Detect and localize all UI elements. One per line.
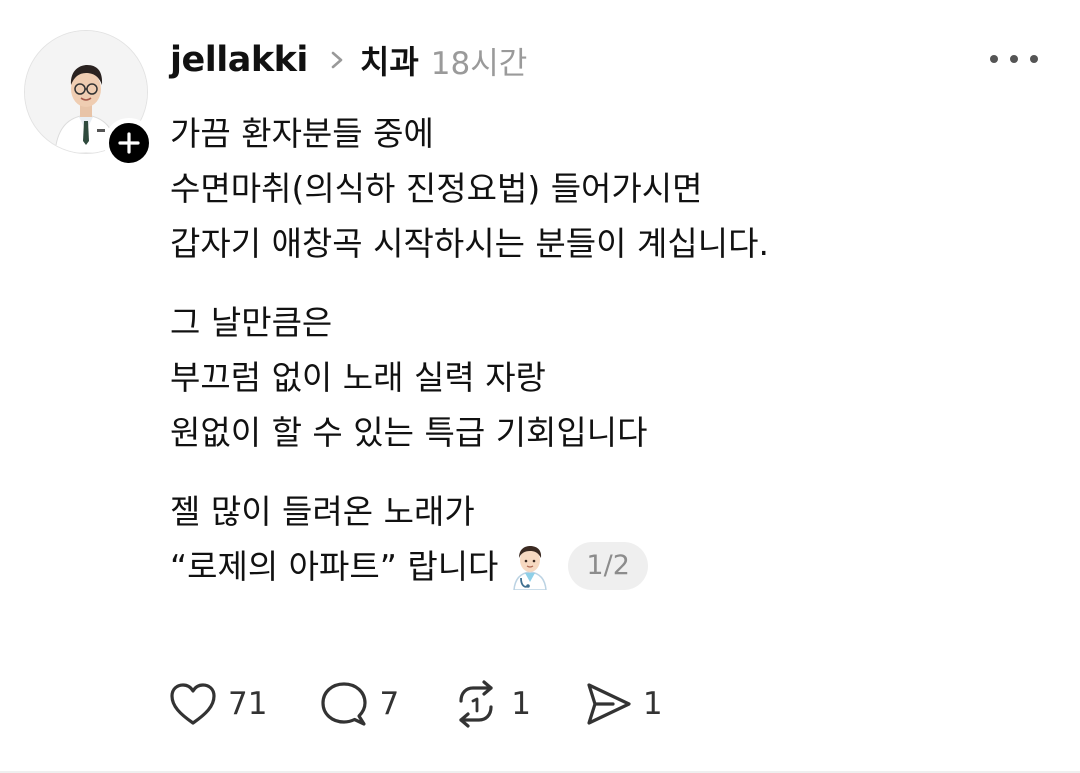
post-line: 수면마취(의식하 진정요법) 들어가시면 — [170, 169, 703, 208]
post-timestamp: 18시간 — [430, 45, 528, 82]
post-paragraph: 가끔 환자분들 중에 수면마취(의식하 진정요법) 들어가시면 갑자기 애창곡 … — [170, 106, 1030, 271]
comment-bubble-icon — [321, 682, 368, 726]
post-line-text: “로제의 아파트” 랍니다 — [170, 547, 499, 586]
post-line: 원없이 할 수 있는 특급 기회입니다 — [170, 413, 648, 452]
doctor-emoji-icon — [508, 542, 552, 591]
post-line: 가끔 환자분들 중에 — [170, 114, 434, 153]
author-username[interactable]: jellakki — [170, 40, 308, 80]
post-line: 그 날만큼은 — [170, 303, 333, 342]
image-page-indicator[interactable]: 1/2 — [568, 541, 648, 590]
more-dot — [1030, 55, 1038, 63]
chevron-right-icon — [320, 43, 354, 77]
follow-button[interactable] — [104, 118, 154, 168]
plus-icon — [118, 132, 140, 154]
post-body: 가끔 환자분들 중에 수면마취(의식하 진정요법) 들어가시면 갑자기 애창곡 … — [170, 106, 1030, 594]
heart-icon — [170, 683, 216, 725]
like-count: 71 — [228, 686, 268, 722]
more-dot — [990, 55, 998, 63]
like-button[interactable]: 71 — [168, 681, 267, 727]
comment-count: 7 — [379, 686, 400, 722]
post-paragraph: 젤 많이 들려온 노래가 “로제의 아파트” 랍니다 1/2 — [170, 484, 1030, 594]
repost-button[interactable]: 1 — [451, 679, 531, 729]
author-avatar-container[interactable] — [24, 30, 154, 168]
share-button[interactable]: 1 — [583, 680, 663, 728]
more-dot — [1010, 55, 1018, 63]
post-header: jellakki 치과 18시간 — [170, 34, 527, 86]
action-bar: 71 7 1 1 — [168, 676, 715, 732]
repost-count: 1 — [511, 686, 531, 722]
post-line: 부끄럼 없이 노래 실력 자랑 — [170, 358, 546, 397]
post-line: 젤 많이 들려온 노래가 — [170, 492, 475, 531]
send-icon — [587, 683, 631, 725]
post-paragraph: 그 날만큼은 부끄럼 없이 노래 실력 자랑 원없이 할 수 있는 특급 기회입… — [170, 295, 1030, 460]
post-line: 갑자기 애창곡 시작하시는 분들이 계십니다. — [170, 224, 769, 263]
topic-tag[interactable]: 치과 — [360, 37, 419, 83]
post-last-line: “로제의 아파트” 랍니다 1/2 — [170, 539, 1030, 594]
more-options-button[interactable] — [990, 44, 1038, 74]
threads-post: jellakki 치과 18시간 가끔 환자분들 중에 수면마취(의식하 진정요… — [0, 0, 1080, 773]
share-count: 1 — [642, 686, 663, 722]
repost-arrows-icon — [459, 680, 493, 728]
comment-button[interactable]: 7 — [319, 679, 399, 729]
